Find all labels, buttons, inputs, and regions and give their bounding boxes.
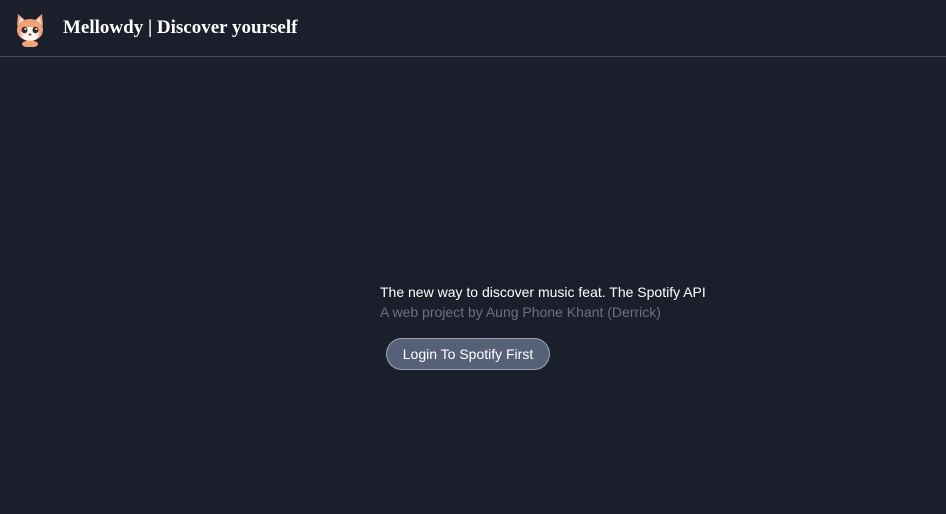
app-title[interactable]: Mellowdy | Discover yourself <box>63 16 297 40</box>
hero-byline: A web project by Aung Phone Khant (Derri… <box>380 304 661 320</box>
hero-section: The new way to discover music feat. The … <box>380 283 780 321</box>
top-navbar: Mellowdy | Discover yourself <box>0 0 946 57</box>
fox-mascot-icon[interactable] <box>12 11 48 48</box>
login-spotify-button[interactable]: Login To Spotify First <box>386 338 550 370</box>
hero-tagline: The new way to discover music feat. The … <box>380 284 706 300</box>
